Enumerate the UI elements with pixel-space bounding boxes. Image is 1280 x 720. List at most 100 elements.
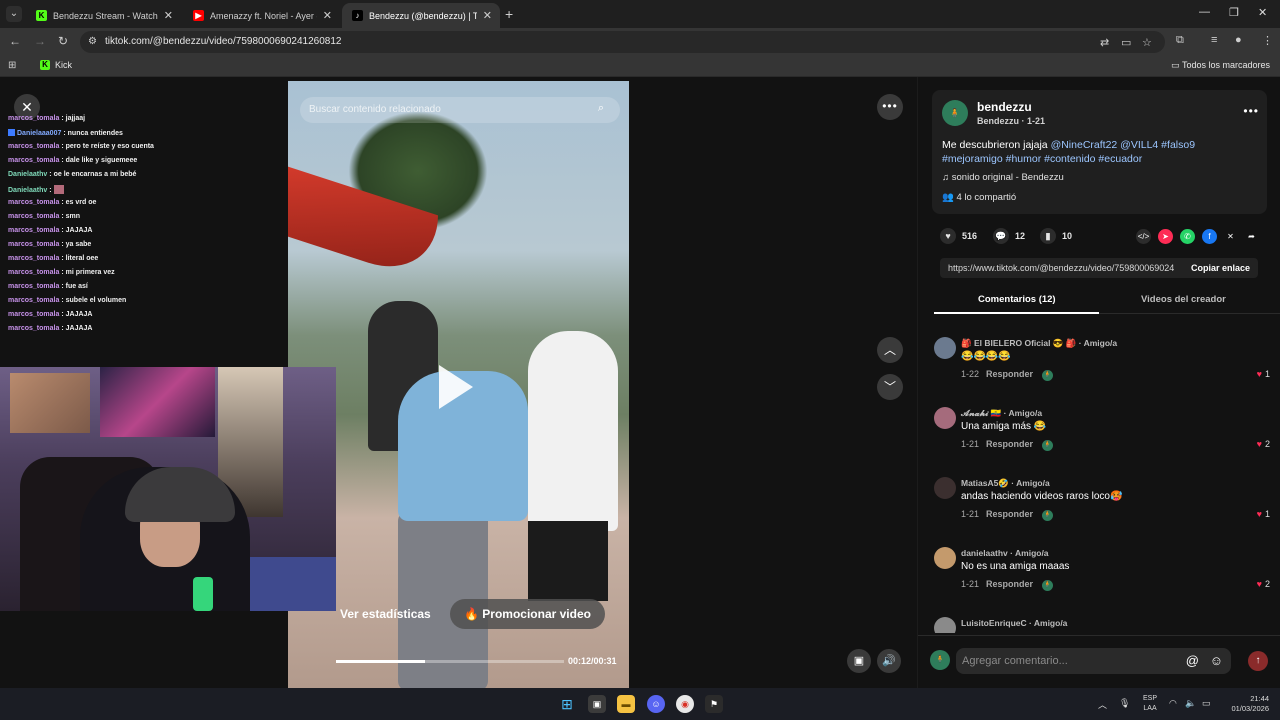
minimize-icon[interactable]: — bbox=[1199, 6, 1210, 18]
chat-username[interactable]: Danielaathv bbox=[8, 187, 47, 194]
chat-username[interactable]: marcos_tomala bbox=[8, 115, 59, 122]
reply-button[interactable]: Responder bbox=[986, 439, 1033, 449]
video-link[interactable]: https://www.tiktok.com/@bendezzu/video/7… bbox=[948, 263, 1174, 273]
microphone-icon[interactable]: 🎙 bbox=[1119, 698, 1130, 709]
reload-icon[interactable]: ↻ bbox=[58, 34, 68, 48]
commenter-name[interactable]: MatiasA5🤣 · Amigo/a bbox=[961, 478, 1050, 489]
commenter-avatar[interactable] bbox=[934, 617, 956, 633]
comment-like-button[interactable]: ♥ 1 bbox=[1257, 509, 1270, 519]
volume-button[interactable]: 🔊 bbox=[877, 649, 901, 673]
close-tab-icon[interactable]: ✕ bbox=[483, 9, 492, 22]
reply-button[interactable]: Responder bbox=[986, 579, 1033, 589]
tab-creator-videos[interactable]: Videos del creador bbox=[1141, 294, 1226, 305]
commenter-avatar[interactable] bbox=[934, 547, 956, 569]
mention-icon[interactable]: @ bbox=[1186, 653, 1199, 668]
close-tab-icon[interactable]: ✕ bbox=[323, 9, 332, 22]
commenter-avatar[interactable] bbox=[934, 337, 956, 359]
play-icon[interactable] bbox=[439, 365, 473, 409]
more-options-button[interactable]: ••• bbox=[877, 94, 903, 120]
tab-kick-stream[interactable]: K Bendezzu Stream - Watch Live ✕ bbox=[26, 3, 181, 28]
facebook-icon[interactable]: f bbox=[1202, 229, 1217, 244]
close-tab-icon[interactable]: ✕ bbox=[164, 9, 173, 22]
cast-icon[interactable]: ▭ bbox=[1121, 36, 1131, 49]
restore-icon[interactable]: ❐ bbox=[1229, 6, 1239, 19]
reply-button[interactable]: Responder bbox=[986, 509, 1033, 519]
comment-like-button[interactable]: ♥ 2 bbox=[1257, 579, 1270, 589]
tab-search-button[interactable]: ⌄ bbox=[6, 6, 22, 22]
chat-username[interactable]: Danielaathv bbox=[8, 171, 47, 178]
forward-icon[interactable]: → bbox=[34, 34, 46, 48]
media-controls-icon[interactable]: ≡ bbox=[1211, 34, 1217, 46]
comment-button[interactable]: 💬 12 bbox=[993, 228, 1025, 244]
chat-username[interactable]: marcos_tomala bbox=[8, 311, 59, 318]
bookmark-kick[interactable]: K Kick bbox=[40, 60, 72, 70]
commenter-name[interactable]: 🎒 El BIELERO Oficial 😎 🎒 · Amigo/a bbox=[961, 338, 1117, 349]
input-language[interactable]: ESP LAA bbox=[1143, 694, 1157, 714]
browser-menu-icon[interactable]: ⋮ bbox=[1262, 34, 1273, 47]
all-bookmarks-button[interactable]: ▭ Todos los marcadores bbox=[1171, 60, 1270, 71]
chat-username[interactable]: marcos_tomala bbox=[8, 325, 59, 332]
tray-overflow-icon[interactable]: ︿ bbox=[1098, 698, 1107, 711]
bookmark-star-icon[interactable]: ☆ bbox=[1142, 36, 1152, 49]
video-player[interactable]: Buscar contenido relacionado ⌕ bbox=[288, 81, 629, 688]
floating-player-button[interactable]: ▣ bbox=[847, 649, 871, 673]
chat-username[interactable]: marcos_tomala bbox=[8, 283, 59, 290]
commenter-name[interactable]: danielaathv · Amigo/a bbox=[961, 548, 1049, 558]
task-view-icon[interactable]: ▣ bbox=[588, 695, 606, 713]
chat-username[interactable]: marcos_tomala bbox=[8, 199, 59, 206]
chrome-icon[interactable]: ◉ bbox=[676, 695, 694, 713]
new-tab-button[interactable]: + bbox=[505, 6, 513, 22]
extensions-icon[interactable]: ⧉ bbox=[1176, 34, 1184, 47]
copy-link-button[interactable]: Copiar enlace bbox=[1191, 263, 1250, 273]
chat-username[interactable]: marcos_tomala bbox=[8, 269, 59, 276]
post-more-icon[interactable]: ••• bbox=[1243, 104, 1259, 118]
next-video-button[interactable]: ﹀ bbox=[877, 374, 903, 400]
promote-video-button[interactable]: 🔥 Promocionar video bbox=[450, 599, 605, 629]
commenter-name[interactable]: 𝓐𝓷𝓪𝓱𝓲 🇪🇨 · Amigo/a bbox=[961, 408, 1042, 419]
windows-start-icon[interactable]: ⊞ bbox=[558, 695, 576, 713]
save-button[interactable]: ▮ 10 bbox=[1040, 228, 1072, 244]
chat-username[interactable]: marcos_tomala bbox=[8, 227, 59, 234]
chat-username[interactable]: marcos_tomala bbox=[8, 143, 59, 150]
close-window-icon[interactable]: ✕ bbox=[1258, 6, 1267, 19]
related-search-input[interactable]: Buscar contenido relacionado ⌕ bbox=[300, 97, 620, 123]
address-bar[interactable]: ⚙ tiktok.com/@bendezzu/video/75980006902… bbox=[80, 31, 1165, 53]
commenter-name[interactable]: LuisitoEnriqueC · Amigo/a bbox=[961, 618, 1067, 628]
emoji-icon[interactable]: ☺ bbox=[1210, 653, 1223, 668]
chat-username[interactable]: marcos_tomala bbox=[8, 297, 59, 304]
post-sound[interactable]: ♫ sonido original - Bendezzu bbox=[942, 172, 1064, 183]
discord-icon[interactable]: ☺ bbox=[647, 695, 665, 713]
whatsapp-icon[interactable]: ✆ bbox=[1180, 229, 1195, 244]
chat-username[interactable]: marcos_tomala bbox=[8, 213, 59, 220]
commenter-avatar[interactable] bbox=[934, 477, 956, 499]
chat-username[interactable]: marcos_tomala bbox=[8, 255, 59, 262]
video-progress-bar[interactable] bbox=[336, 660, 564, 663]
system-clock[interactable]: 21:44 01/03/2026 bbox=[1227, 694, 1269, 714]
like-button[interactable]: ♥ 516 bbox=[940, 228, 977, 244]
share-more-icon[interactable]: ➦ bbox=[1244, 229, 1259, 244]
chat-username[interactable]: Danielaaa007 bbox=[17, 130, 61, 137]
x-twitter-icon[interactable]: ✕ bbox=[1223, 229, 1238, 244]
battery-icon[interactable]: ▭ bbox=[1202, 698, 1211, 709]
profile-avatar[interactable]: ● bbox=[1235, 34, 1242, 46]
translate-icon[interactable]: ⇄ bbox=[1100, 36, 1109, 49]
comment-like-button[interactable]: ♥ 1 bbox=[1257, 369, 1270, 379]
author-username[interactable]: bendezzu bbox=[977, 100, 1032, 114]
file-explorer-icon[interactable]: ▬ bbox=[617, 695, 635, 713]
embed-icon[interactable]: </> bbox=[1136, 229, 1151, 244]
view-stats-button[interactable]: Ver estadísticas bbox=[340, 599, 440, 629]
apps-grid-icon[interactable]: ⊞ bbox=[8, 60, 16, 71]
wifi-icon[interactable]: ◠ bbox=[1169, 698, 1177, 709]
back-icon[interactable]: ← bbox=[9, 34, 21, 48]
tab-tiktok[interactable]: ♪ Bendezzu (@bendezzu) | TikTok ✕ bbox=[342, 3, 500, 28]
comment-input[interactable]: Agregar comentario... @ ☺ bbox=[956, 648, 1231, 674]
commenter-avatar[interactable] bbox=[934, 407, 956, 429]
chat-username[interactable]: marcos_tomala bbox=[8, 241, 59, 248]
game-app-icon[interactable]: ⚑ bbox=[705, 695, 723, 713]
speaker-icon[interactable]: 🔈 bbox=[1185, 698, 1196, 709]
send-to-friends-icon[interactable]: ➤ bbox=[1158, 229, 1173, 244]
comment-like-button[interactable]: ♥ 2 bbox=[1257, 439, 1270, 449]
previous-video-button[interactable]: ︿ bbox=[877, 337, 903, 363]
tab-youtube-video[interactable]: ▶ Amenazzy ft. Noriel - Ayer (Vid ✕ bbox=[183, 3, 340, 28]
chat-username[interactable]: marcos_tomala bbox=[8, 157, 59, 164]
